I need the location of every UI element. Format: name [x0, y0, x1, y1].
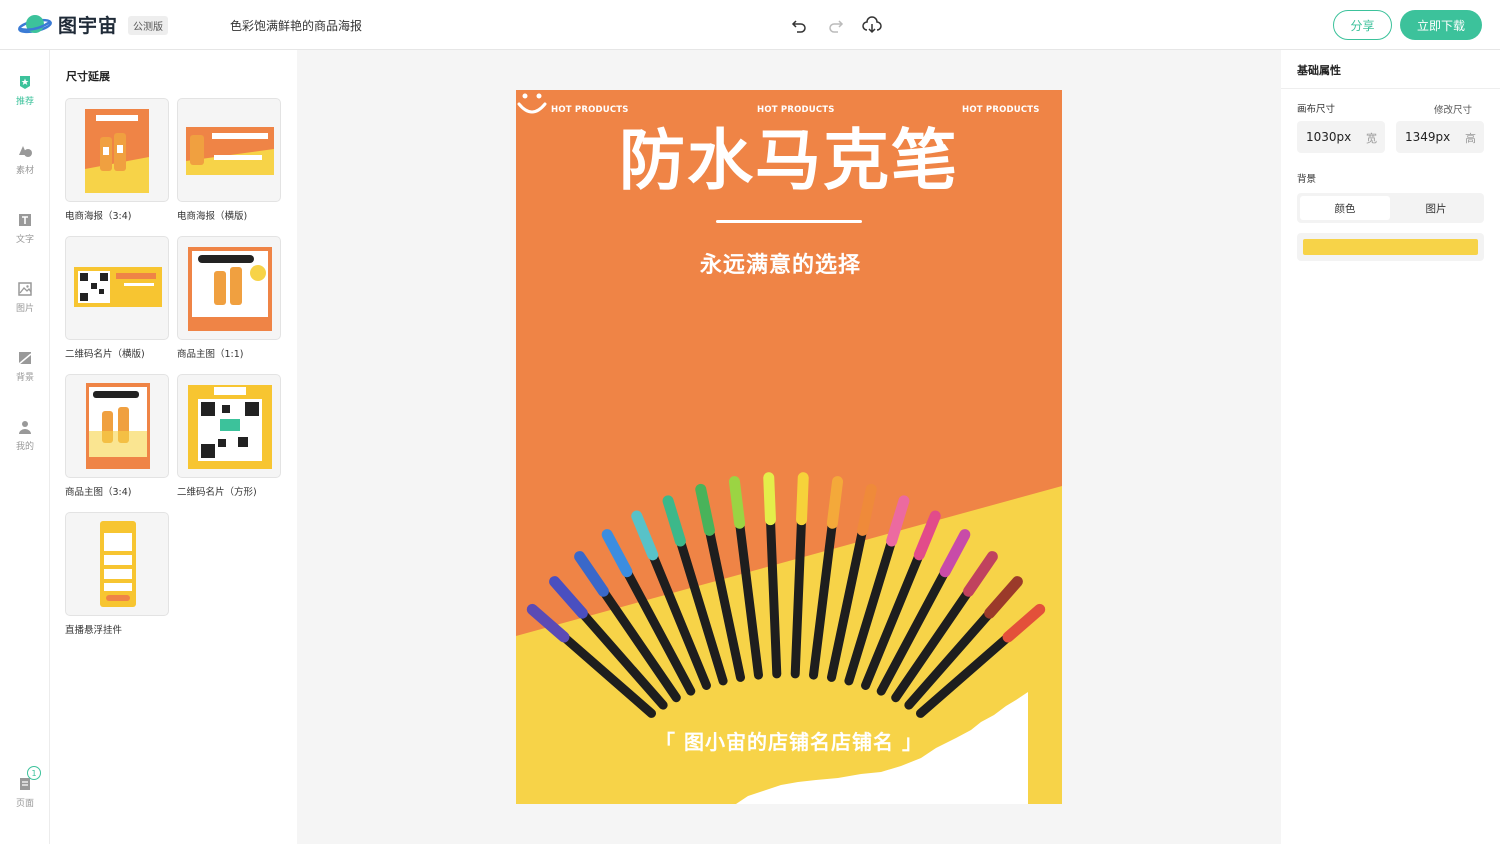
poster-subtitle[interactable]: 永远满意的选择 [700, 247, 861, 279]
canvas-height-field[interactable]: 1349px 高 [1396, 121, 1484, 153]
logo-text: 图宇宙 [58, 15, 119, 37]
template-label: 商品主图（3:4) [65, 487, 132, 498]
hot-products-label[interactable]: HOT PRODUCTS [757, 105, 835, 115]
marker-cap [763, 472, 776, 526]
nav-background[interactable]: 背景 [0, 350, 50, 383]
poster-canvas[interactable]: HOT PRODUCTS HOT PRODUCTS HOT PRODUCTS 防… [516, 90, 1062, 804]
download-button[interactable]: 立即下载 [1400, 10, 1482, 40]
template-thumb-qr-card-landscape[interactable] [65, 236, 169, 340]
divider [1281, 88, 1500, 89]
template-thumb-main-1x1[interactable] [177, 236, 281, 340]
cloud-save-icon[interactable] [861, 14, 883, 36]
left-nav: 推荐 素材 文字 图片 背景 我的 页面 1 [0, 50, 50, 844]
marker-cap [728, 476, 746, 529]
poster-shop-name[interactable]: 「 图小宙的店铺名店铺名 」 [516, 726, 1062, 755]
template-label: 电商海报（横版) [177, 211, 248, 222]
nav-materials[interactable]: 素材 [0, 143, 50, 176]
shapes-icon [19, 146, 32, 157]
share-button[interactable]: 分享 [1333, 10, 1392, 40]
qr-square-preview-image [188, 385, 272, 469]
poster-title[interactable]: 防水马克笔 [516, 128, 1062, 194]
document-title[interactable]: 色彩饱满鲜艳的商品海报 [230, 17, 362, 34]
logo[interactable]: 图宇宙 [18, 11, 118, 38]
tab-color[interactable]: 颜色 [1300, 196, 1390, 220]
main-image-34-preview [86, 383, 150, 469]
template-thumb-main-3x4[interactable] [65, 374, 169, 478]
beta-badge: 公测版 [128, 16, 168, 35]
background-type-toggle: 颜色 图片 [1297, 193, 1484, 223]
text-icon [19, 214, 31, 226]
template-label: 直播悬浮挂件 [65, 625, 123, 636]
poster-preview-image [85, 109, 149, 193]
canvas-width-field[interactable]: 1030px 宽 [1297, 121, 1385, 153]
edit-size-link[interactable]: 修改尺寸 [1434, 102, 1472, 116]
nav-text[interactable]: 文字 [0, 212, 50, 245]
title-underline [716, 220, 862, 223]
nav-mine[interactable]: 我的 [0, 419, 50, 452]
template-thumb-qr-card-square[interactable] [177, 374, 281, 478]
background-color-picker[interactable] [1297, 233, 1484, 261]
main-image-preview [188, 247, 272, 331]
template-label: 电商海报（3:4) [65, 211, 132, 222]
top-bar: 图宇宙 公测版 色彩饱满鲜艳的商品海报 分享 立即下载 [0, 0, 1500, 50]
canvas-size-label: 画布尺寸 [1297, 104, 1336, 115]
template-label: 二维码名片（横版) [65, 349, 145, 360]
star-icon [20, 76, 30, 89]
page-count-badge: 1 [27, 766, 41, 780]
template-label: 商品主图（1:1) [177, 349, 244, 360]
smile-icon [517, 93, 547, 114]
landscape-preview-image [186, 127, 274, 175]
user-icon [19, 421, 31, 434]
image-icon [18, 282, 32, 296]
background-label: 背景 [1297, 174, 1317, 185]
template-thumb-poster-landscape[interactable] [177, 98, 281, 202]
size-extension-panel: 尺寸延展 电商海报（3:4) 电商海报（横版) 二维码名片（横版) 商品主图（1… [50, 50, 297, 844]
redo-icon[interactable] [825, 14, 847, 36]
nav-recommend[interactable]: 推荐 [0, 74, 50, 107]
qr-card-preview-image [74, 267, 162, 307]
template-thumb-live-widget[interactable] [65, 512, 169, 616]
properties-title: 基础属性 [1297, 64, 1341, 77]
nav-pages[interactable]: 页面 [0, 776, 50, 809]
tab-image[interactable]: 图片 [1391, 196, 1481, 220]
color-swatch [1303, 239, 1478, 255]
marker-cap [826, 476, 844, 529]
template-label: 二维码名片（方形) [177, 487, 257, 498]
panel-title: 尺寸延展 [66, 70, 110, 83]
live-widget-preview-image [100, 521, 136, 607]
planet-logo-icon [18, 14, 52, 33]
marker-cap [796, 472, 809, 526]
hot-products-label[interactable]: HOT PRODUCTS [551, 105, 629, 115]
background-icon [18, 352, 32, 365]
hot-products-label[interactable]: HOT PRODUCTS [962, 105, 1040, 115]
template-thumb-poster-3x4[interactable] [65, 98, 169, 202]
undo-icon[interactable] [788, 14, 810, 36]
nav-images[interactable]: 图片 [0, 281, 50, 314]
properties-panel: 基础属性 画布尺寸 修改尺寸 1030px 宽 1349px 高 背景 颜色 图… [1281, 50, 1500, 844]
